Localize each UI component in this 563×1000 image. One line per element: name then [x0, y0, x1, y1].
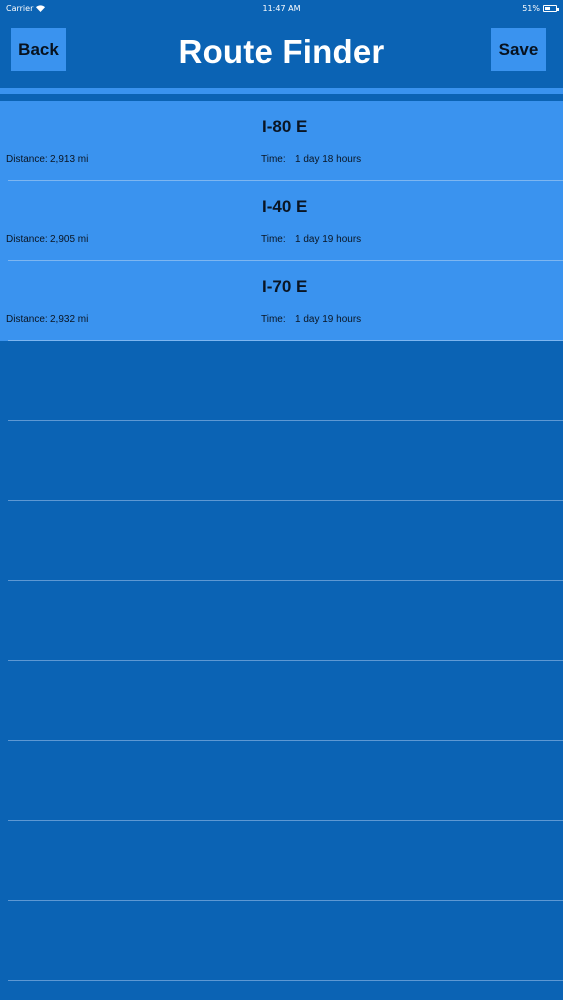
empty-table-area	[0, 341, 563, 981]
route-name: I-80 E	[262, 117, 308, 136]
distance-label: Distance:	[6, 154, 48, 165]
empty-row	[0, 341, 563, 421]
empty-row	[0, 421, 563, 501]
empty-row	[0, 501, 563, 581]
route-list: I-80 E Distance: 2,913 mi Time: 1 day 18…	[0, 101, 563, 341]
empty-row	[0, 661, 563, 741]
empty-row	[0, 741, 563, 821]
time-label: Time:	[261, 234, 286, 245]
route-row[interactable]: I-40 E Distance: 2,905 mi Time: 1 day 19…	[0, 181, 563, 261]
status-left: Carrier	[6, 4, 126, 13]
row-divider	[8, 980, 563, 981]
carrier-label: Carrier	[6, 3, 34, 13]
empty-row	[0, 821, 563, 901]
save-button[interactable]: Save	[491, 28, 546, 71]
status-right: 51%	[437, 3, 559, 13]
time-label: Time:	[261, 314, 286, 325]
time-value: 1 day 19 hours	[295, 234, 362, 245]
battery-percent: 51%	[522, 3, 540, 13]
status-bar: Carrier 11:47 AM 51%	[0, 0, 563, 16]
route-name: I-40 E	[262, 197, 308, 216]
time-value: 1 day 19 hours	[295, 314, 362, 325]
status-time: 11:47 AM	[262, 3, 301, 13]
page-title: Route Finder	[178, 33, 385, 70]
empty-row	[0, 901, 563, 981]
distance-label: Distance:	[6, 234, 48, 245]
route-row[interactable]: I-80 E Distance: 2,913 mi Time: 1 day 18…	[0, 101, 563, 181]
time-label: Time:	[261, 154, 286, 165]
battery-icon	[543, 4, 559, 12]
distance-value: 2,932 mi	[50, 314, 89, 325]
time-value: 1 day 18 hours	[295, 154, 362, 165]
route-name: I-70 E	[262, 277, 308, 296]
wifi-icon	[36, 4, 46, 12]
navigation-bar: Back Route Finder Save	[0, 16, 563, 88]
back-button[interactable]: Back	[11, 28, 66, 71]
distance-value: 2,905 mi	[50, 234, 89, 245]
nav-separator	[0, 88, 563, 94]
empty-row	[0, 581, 563, 661]
distance-label: Distance:	[6, 314, 48, 325]
distance-value: 2,913 mi	[50, 154, 89, 165]
route-row[interactable]: I-70 E Distance: 2,932 mi Time: 1 day 19…	[0, 261, 563, 341]
